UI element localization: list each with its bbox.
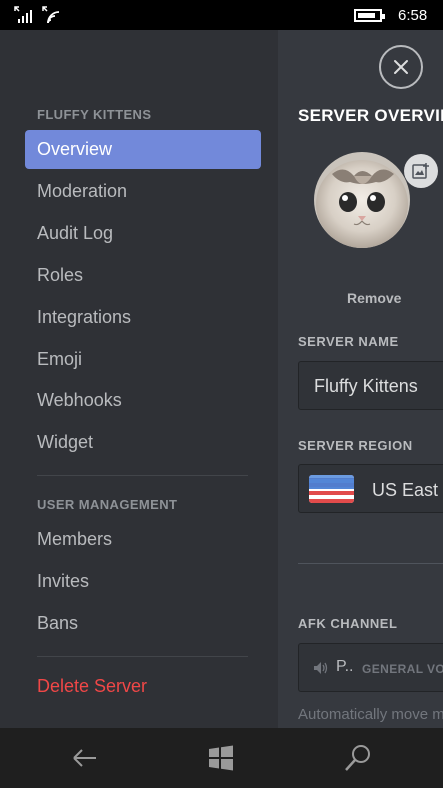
afk-channel-select[interactable]: P.. GENERAL VOICE	[298, 643, 443, 692]
battery-icon	[354, 9, 385, 22]
close-icon	[394, 60, 408, 74]
server-overview-panel: SERVER OVERVIEW	[278, 30, 443, 728]
settings-sidebar: FLUFFY KITTENS Overview Moderation Audit…	[0, 30, 278, 728]
sidebar-item-roles[interactable]: Roles	[25, 256, 261, 295]
sidebar-item-audit-log[interactable]: Audit Log	[25, 214, 261, 253]
remove-avatar-link[interactable]: Remove	[347, 290, 401, 306]
upload-image-button[interactable]	[404, 154, 438, 188]
server-name-label: SERVER NAME	[298, 334, 399, 349]
user-management-header: USER MANAGEMENT	[37, 497, 178, 512]
search-icon[interactable]	[342, 742, 374, 774]
sidebar-divider	[37, 475, 248, 476]
add-image-icon	[412, 163, 429, 179]
afk-hint-text: Automatically move members	[298, 706, 443, 723]
signal-icon	[14, 6, 32, 23]
server-name-header: FLUFFY KITTENS	[37, 107, 152, 122]
delete-server-button[interactable]: Delete Server	[25, 667, 261, 706]
sidebar-item-moderation[interactable]: Moderation	[25, 172, 261, 211]
server-avatar[interactable]	[314, 152, 410, 248]
section-divider	[298, 563, 443, 564]
status-bar: 6:58	[0, 0, 443, 30]
sidebar-item-bans[interactable]: Bans	[25, 604, 261, 643]
server-region-label: SERVER REGION	[298, 438, 413, 453]
afk-channel-label: AFK CHANNEL	[298, 616, 398, 631]
afk-channel-name: P..	[336, 658, 354, 675]
sidebar-item-integrations[interactable]: Integrations	[25, 298, 261, 337]
sidebar-item-webhooks[interactable]: Webhooks	[25, 381, 261, 420]
back-icon[interactable]	[68, 742, 100, 774]
speaker-icon	[314, 662, 328, 674]
windows-start-icon[interactable]	[205, 742, 237, 774]
sidebar-item-emoji[interactable]: Emoji	[25, 340, 261, 379]
system-nav-bar	[0, 728, 443, 788]
us-flag-icon	[309, 475, 354, 503]
sidebar-item-members[interactable]: Members	[25, 520, 261, 559]
wifi-icon	[42, 6, 60, 24]
sidebar-item-widget[interactable]: Widget	[25, 423, 261, 462]
status-time: 6:58	[398, 7, 428, 24]
sidebar-item-invites[interactable]: Invites	[25, 562, 261, 601]
close-button[interactable]	[379, 45, 423, 89]
page-title: SERVER OVERVIEW	[298, 106, 443, 125]
server-name-value: Fluffy Kittens	[314, 376, 418, 396]
kitten-image	[314, 152, 410, 248]
server-name-input[interactable]: Fluffy Kittens	[298, 361, 443, 410]
sidebar-item-overview[interactable]: Overview	[25, 130, 261, 169]
afk-channel-category: GENERAL VOICE	[362, 662, 443, 676]
sidebar-divider	[37, 656, 248, 657]
server-region-select[interactable]: US East	[298, 464, 443, 513]
server-region-value: US East	[372, 480, 439, 500]
